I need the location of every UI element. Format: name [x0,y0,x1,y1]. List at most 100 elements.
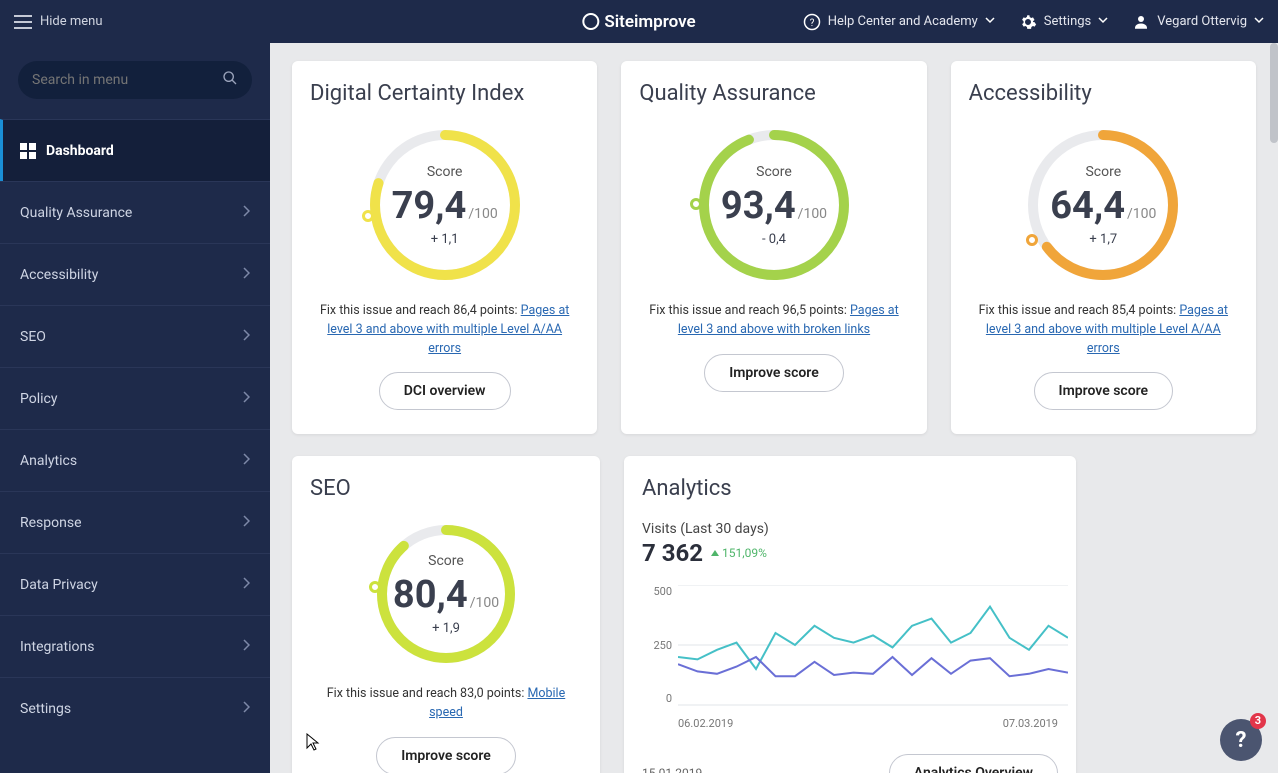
sidebar-item-label: Settings [20,701,71,717]
sidebar: Dashboard Quality Assurance Accessibilit… [0,43,270,773]
user-icon [1132,13,1150,31]
brand-logo: Siteimprove [582,12,695,32]
user-label: Vegard Ottervig [1157,14,1247,29]
score-delta: + 1,1 [431,232,459,247]
sidebar-item-label: Accessibility [20,267,98,283]
gauge-dot-icon [690,198,702,210]
cursor-icon [306,733,320,755]
card-accessibility: Accessibility Score 64,4/100 + 1,7 Fix t… [951,61,1256,434]
card-analytics: Analytics Visits (Last 30 days) 7 362 15… [624,456,1076,773]
score-suffix: /100 [1127,206,1156,222]
score-delta: + 1,9 [432,621,460,636]
menu-search-input[interactable] [32,72,222,88]
scrollbar[interactable] [1270,43,1278,143]
help-label: Help Center and Academy [828,14,978,29]
score-suffix: /100 [470,595,499,611]
sidebar-item-label: Dashboard [46,143,114,159]
y-tick: 250 [642,639,672,652]
question-icon: ? [1236,728,1247,753]
question-circle-icon: ? [803,13,821,31]
line-chart-svg [678,585,1068,709]
card-title: Quality Assurance [639,81,908,106]
sidebar-item-label: Integrations [20,639,94,655]
fix-prefix: Fix this issue and reach 96,5 points: [649,303,850,318]
chevron-right-icon [242,391,250,407]
help-bubble-button[interactable]: ? 3 [1220,719,1262,761]
card-seo: SEO Score 80,4/100 + 1,9 Fix this issue … [292,456,600,773]
sidebar-item-analytics[interactable]: Analytics [0,429,270,491]
sidebar-item-label: Policy [20,391,58,407]
gauge-seo: Score 80,4/100 + 1,9 [373,521,519,667]
card-title: Analytics [642,476,1058,501]
sidebar-item-response[interactable]: Response [0,491,270,553]
score-label: Score [427,164,463,180]
brand-text: Siteimprove [604,12,695,32]
sidebar-item-label: SEO [20,329,46,345]
sidebar-item-policy[interactable]: Policy [0,367,270,429]
gauge-dot-icon [362,210,374,222]
improve-score-button[interactable]: Improve score [376,737,516,773]
card-title: SEO [310,476,582,501]
visits-label: Visits (Last 30 days) [642,521,1058,537]
analytics-overview-button[interactable]: Analytics Overview [889,754,1058,773]
triangle-up-icon [711,550,719,556]
score-value: 93,4 [721,184,796,228]
notification-badge: 3 [1250,713,1266,729]
gauge-qa: Score 93,4/100 - 0,4 [695,126,853,284]
dashboard-icon [20,143,36,159]
chevron-down-icon [1254,14,1264,29]
sidebar-item-label: Response [20,515,82,531]
gauge-accessibility: Score 64,4/100 + 1,7 [1024,126,1182,284]
hamburger-icon [14,13,32,31]
chevron-down-icon [985,14,995,29]
main-content: Digital Certainty Index Score 79,4/100 +… [270,43,1278,773]
card-title: Accessibility [969,81,1238,106]
logo-ring-icon [582,13,599,30]
score-label: Score [428,553,464,569]
sidebar-item-label: Analytics [20,453,77,469]
card-qa: Quality Assurance Score 93,4/100 - 0,4 F… [621,61,926,434]
sidebar-item-dashboard[interactable]: Dashboard [0,119,270,181]
sidebar-item-label: Quality Assurance [20,205,132,221]
y-tick: 500 [642,585,672,598]
chevron-right-icon [242,515,250,531]
sidebar-item-label: Data Privacy [20,577,98,593]
settings-label: Settings [1044,14,1091,29]
svg-text:?: ? [809,17,814,28]
score-value: 79,4 [392,184,467,228]
sidebar-item-seo[interactable]: SEO [0,305,270,367]
score-value: 64,4 [1050,184,1125,228]
x-start: 06.02.2019 [678,717,733,730]
card-title: Digital Certainty Index [310,81,579,106]
sidebar-item-accessibility[interactable]: Accessibility [0,243,270,305]
hide-menu-button[interactable]: Hide menu [14,13,103,31]
improve-score-button[interactable]: Improve score [704,354,844,392]
sidebar-item-qa[interactable]: Quality Assurance [0,181,270,243]
improve-score-button[interactable]: Improve score [1034,372,1174,410]
gear-icon [1019,13,1037,31]
lower-date: 15.01.2019 [642,766,702,773]
user-menu[interactable]: Vegard Ottervig [1132,13,1264,31]
score-delta: + 1,7 [1089,232,1117,247]
sidebar-item-data-privacy[interactable]: Data Privacy [0,553,270,615]
fix-prefix: Fix this issue and reach 85,4 points: [979,303,1180,318]
help-center-menu[interactable]: ? Help Center and Academy [803,13,995,31]
dci-overview-button[interactable]: DCI overview [379,372,511,410]
sidebar-item-settings[interactable]: Settings [0,677,270,739]
y-tick: 0 [642,692,672,705]
chevron-right-icon [242,577,250,593]
visits-value: 7 362 [642,539,703,567]
sidebar-item-integrations[interactable]: Integrations [0,615,270,677]
fix-prefix: Fix this issue and reach 86,4 points: [320,303,521,318]
score-label: Score [1085,164,1121,180]
settings-menu[interactable]: Settings [1019,13,1108,31]
chevron-down-icon [1098,14,1108,29]
fix-prefix: Fix this issue and reach 83,0 points: [327,686,528,701]
gauge-dci: Score 79,4/100 + 1,1 [366,126,524,284]
score-suffix: /100 [468,206,497,222]
menu-search[interactable] [18,61,252,99]
chevron-right-icon [242,329,250,345]
score-value: 80,4 [393,573,468,617]
chevron-right-icon [242,453,250,469]
chevron-right-icon [242,639,250,655]
